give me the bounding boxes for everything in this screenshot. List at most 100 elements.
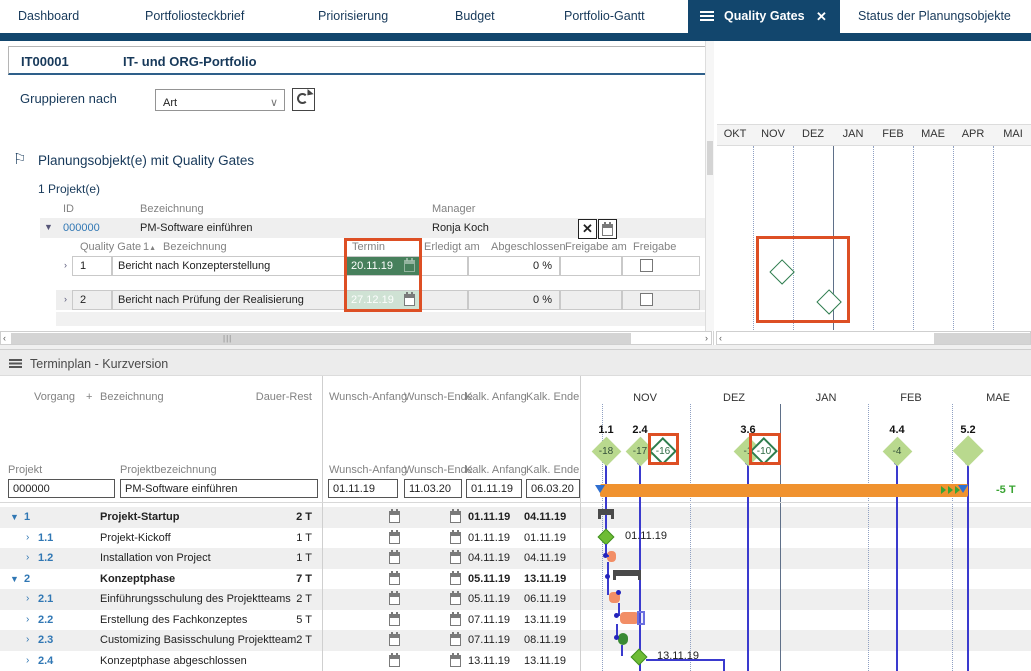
expand-arrow-icon[interactable]: › [26,610,29,631]
expand-arrow-icon[interactable]: › [26,548,29,569]
calendar-button[interactable] [598,219,617,239]
task-name: Konzeptphase abgeschlossen [100,651,247,671]
scrollbar-thumb[interactable]: ||| [11,333,631,344]
task-name: Projekt-Startup [100,507,179,528]
refresh-button[interactable] [292,88,315,111]
collapse-arrow-icon[interactable]: ▼ [44,222,53,232]
freigabe-checkbox[interactable] [640,259,653,272]
nav-item-dashboard[interactable]: Dashboard [18,0,79,33]
input-value: 01.11.19 [333,481,375,498]
dependency-line [646,659,723,661]
scroll-left-arrow-icon[interactable]: ‹ [3,333,6,343]
nav-item-portfolio-gantt[interactable]: Portfolio-Gantt [564,0,645,33]
task-row[interactable]: ›2.4Konzeptphase abgeschlossen13.11.1913… [0,651,580,671]
milestone-diamond[interactable]: -18 [591,436,621,466]
task-row[interactable]: ›2.2Erstellung des Fachkonzeptes5 T07.11… [0,610,580,631]
task-row[interactable]: ›2.1Einführungsschulung des Projektteams… [0,589,580,610]
nav-item-budget[interactable]: Budget [455,0,495,33]
milestone-diamond[interactable]: -4 [882,436,912,466]
horizontal-scrollbar-right[interactable]: ‹ [716,331,1031,345]
kalk-ende-input[interactable]: 06.03.20 [526,479,580,498]
calendar-picker-icon[interactable] [450,532,461,544]
expand-arrow-icon[interactable]: › [26,528,29,549]
task-duration: 1 T [200,548,312,569]
project-id-link[interactable]: 000000 [63,222,100,234]
vertical-scrollbar-thumb[interactable] [707,141,713,175]
task-duration: 1 T [200,528,312,549]
annotation-box-gate2 [749,433,781,465]
task-row[interactable]: ›2.3Customizing Basisschulung Projekttea… [0,630,580,651]
calendar-picker-icon[interactable] [389,634,400,646]
close-tab-icon[interactable]: ✕ [816,0,827,33]
task-row[interactable]: ▼2Konzeptphase7 T05.11.1913.11.19 [0,569,580,590]
calendar-picker-icon[interactable] [389,511,400,523]
task-name: Projekt-Kickoff [100,528,171,549]
summary-bar[interactable] [613,570,641,576]
calendar-picker-icon[interactable] [389,552,400,564]
col-header-kalk-anfang: Kalk. Anfang [465,391,527,403]
expand-arrow-icon[interactable]: › [64,260,67,270]
col-header-bezeichnung: Bezeichnung [140,203,204,215]
project-id-input[interactable]: 000000 [8,479,115,498]
calendar-picker-icon[interactable] [389,573,400,585]
gate-sort-indicator[interactable]: 1▲ [143,241,156,253]
annotation-box-milestones [756,236,850,323]
expand-arrow-icon[interactable]: › [64,294,67,304]
group-by-value: Art [163,93,177,113]
menu-icon[interactable] [9,359,22,361]
nav-item-status-der-planungsobjekte[interactable]: Status der Planungsobjekte [858,0,1011,33]
project-gantt-bar[interactable] [600,484,968,497]
vertical-scrollbar[interactable] [705,41,714,331]
project-count: 1 Projekt(e) [38,182,100,196]
expand-arrow-icon[interactable]: › [26,630,29,651]
calendar-picker-icon[interactable] [450,655,461,667]
milestone-diamond[interactable] [952,435,984,467]
nav-item-portfoliosteckbrief[interactable]: Portfoliosteckbrief [145,0,244,33]
task-number: 2.3 [38,630,53,651]
dependency-line [621,645,623,656]
milestone-label: 4.4 [877,424,917,436]
task-number: 2.1 [38,589,53,610]
scroll-left-arrow-icon[interactable]: ‹ [719,333,722,343]
group-by-select[interactable]: Art ∨ [155,89,285,111]
collapse-arrow-icon[interactable]: ▼ [10,569,19,590]
calendar-picker-icon[interactable] [450,634,461,646]
nav-item-priorisierung[interactable]: Priorisierung [318,0,388,33]
task-row[interactable]: ›1.2Installation von Project1 T04.11.190… [0,548,580,569]
task-milestone-diamond[interactable] [598,529,615,546]
expand-arrow-icon[interactable]: › [26,589,29,610]
calendar-picker-icon[interactable] [389,532,400,544]
task-kalk-anfang: 05.11.19 [468,589,510,610]
horizontal-scrollbar-left[interactable]: ‹ ||| › [0,331,712,345]
expand-arrow-icon[interactable]: › [26,651,29,671]
calendar-picker-icon[interactable] [389,593,400,605]
wunsch-ende-input[interactable]: 11.03.20 [404,479,462,498]
task-kalk-anfang: 01.11.19 [468,528,510,549]
freigabe-checkbox[interactable] [640,293,653,306]
calendar-picker-icon[interactable] [450,593,461,605]
calendar-picker-icon[interactable] [450,511,461,523]
calendar-picker-icon[interactable] [450,614,461,626]
task-row[interactable]: ›1.1Projekt-Kickoff1 T01.11.1901.11.19 [0,528,580,549]
portfolio-title: IT- und ORG-Portfolio [123,54,257,69]
dependency-dot [603,553,608,558]
calendar-picker-icon[interactable] [450,552,461,564]
scrollbar-thumb[interactable] [934,333,1030,344]
kalk-anfang-input[interactable]: 01.11.19 [466,479,522,498]
task-milestone-diamond[interactable] [631,649,648,666]
collapse-arrow-icon[interactable]: ▼ [10,507,19,528]
dependency-dot [614,635,619,640]
calendar-picker-icon[interactable] [389,614,400,626]
month-label: OKT [717,128,753,140]
calendar-picker-icon[interactable] [389,655,400,667]
delete-button[interactable]: ✕ [578,219,597,239]
wunsch-anfang-input[interactable]: 01.11.19 [328,479,398,498]
task-row[interactable]: ▼1Projekt-Startup2 T01.11.1904.11.19 [0,507,580,528]
scroll-right-arrow-icon[interactable]: › [705,333,708,343]
qg-section-title: Planungsobjekt(e) mit Quality Gates [38,153,254,168]
project-name-input[interactable]: PM-Software einführen [120,479,318,498]
add-task-button[interactable]: + [86,391,92,403]
calendar-picker-icon[interactable] [450,573,461,585]
task-bar-critical[interactable] [618,633,628,645]
hamburger-icon[interactable] [700,11,714,13]
